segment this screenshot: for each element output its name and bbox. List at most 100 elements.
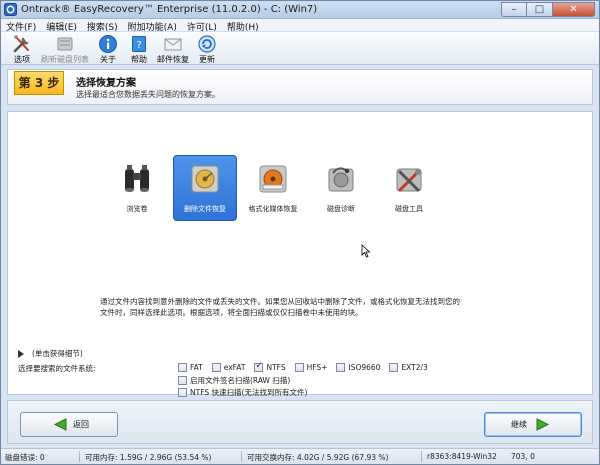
status-disk-errors: 磁盘错误: 0 xyxy=(5,453,45,462)
fs-fat-checkbox[interactable]: FAT xyxy=(178,363,203,372)
disk-tools-icon xyxy=(396,168,422,192)
status-separator xyxy=(79,451,80,462)
binoculars-icon xyxy=(125,165,149,192)
option-browse-volume[interactable]: 浏览卷 xyxy=(105,155,169,221)
checkbox-label: EXT2/3 xyxy=(401,363,428,372)
status-separator xyxy=(421,451,422,462)
menu-addons[interactable]: 附加功能(A) xyxy=(123,19,182,33)
checkbox-label: HFS+ xyxy=(306,363,328,372)
checkbox-box xyxy=(389,363,399,372)
checkbox-box xyxy=(211,363,221,372)
email-recovery-label: 邮件恢复 xyxy=(157,55,189,64)
expand-triangle-icon xyxy=(18,349,24,358)
window-controls: – □ ✕ xyxy=(501,2,595,17)
checkbox-box xyxy=(294,363,304,372)
fs-ntfs-checkbox[interactable]: NTFS xyxy=(254,361,286,372)
refresh-disk-list-label: 刷新磁盘列表 xyxy=(41,55,89,64)
mouse-cursor-icon xyxy=(361,244,371,258)
ntfs-quick-scan-row: NTFS 快速扫描(无法找到所有文件) xyxy=(178,387,316,398)
option-label: 删除文件恢复 xyxy=(184,205,226,213)
title-bar: Ontrack® EasyRecovery™ Enterprise (11.0.… xyxy=(1,1,599,19)
step-description: 选择最适合您数据丢失问题的恢复方案。 xyxy=(76,90,220,99)
option-label: 格式化媒体恢复 xyxy=(248,205,298,213)
options-label: 选项 xyxy=(14,55,30,64)
option-label: 磁盘工具 xyxy=(395,205,423,213)
menu-license[interactable]: 许可(L) xyxy=(182,19,222,33)
status-memory: 可用内存: 1.59G / 2.96G (53.54 %) xyxy=(85,453,212,462)
back-arrow-icon xyxy=(53,418,67,431)
menu-edit[interactable]: 编辑(E) xyxy=(41,19,82,33)
option-label: 浏览卷 xyxy=(126,205,148,213)
option-disk-tools[interactable]: 磁盘工具 xyxy=(377,155,441,221)
options-tools-icon xyxy=(13,35,29,53)
deleted-file-recovery-icon xyxy=(191,165,219,193)
next-label: 继续 xyxy=(511,420,527,429)
checkbox-label: 启用文件签名扫描(RAW 扫描) xyxy=(190,376,291,385)
about-info-icon xyxy=(99,35,117,53)
formatted-media-recovery-icon xyxy=(259,165,287,193)
fs-exfat-checkbox[interactable]: exFAT xyxy=(211,363,245,372)
step-header: 第 3 步 选择恢复方案 选择最适合您数据丢失问题的恢复方案。 xyxy=(7,69,593,105)
recovery-option-list: 浏览卷 删除文件恢复 格式化媒体恢复 磁盘诊断 磁盘工具 xyxy=(105,155,441,221)
option-deleted-file-recovery[interactable]: 删除文件恢复 xyxy=(173,155,237,221)
update-icon xyxy=(198,35,216,53)
checkbox-label: NTFS 快速扫描(无法找到所有文件) xyxy=(190,388,308,397)
status-build: r8363:8419-Win32 xyxy=(427,452,497,461)
back-button[interactable]: 返回 xyxy=(20,412,118,437)
checkbox-label: NTFS xyxy=(266,363,286,372)
recovery-options-panel: 浏览卷 删除文件恢复 格式化媒体恢复 磁盘诊断 磁盘工具 通过文件内容找到意外删… xyxy=(7,111,593,398)
help-label: 帮助 xyxy=(131,55,147,64)
menu-bar: 文件(F) 编辑(E) 搜索(S) 附加功能(A) 许可(L) 帮助(H) xyxy=(1,19,599,33)
window-title: Ontrack® EasyRecovery™ Enterprise (11.0.… xyxy=(21,4,318,15)
status-bar: 磁盘错误: 0 可用内存: 1.59G / 2.96G (53.54 %) 可用… xyxy=(1,448,599,464)
ntfs-quick-scan-checkbox[interactable]: NTFS 快速扫描(无法找到所有文件) xyxy=(178,387,307,398)
raw-scan-checkbox[interactable]: 启用文件签名扫描(RAW 扫描) xyxy=(178,375,290,386)
maximize-button[interactable]: □ xyxy=(527,2,553,17)
disk-diagnostics-icon xyxy=(328,167,354,192)
raw-scan-row: 启用文件签名扫描(RAW 扫描) xyxy=(178,375,299,386)
option-label: 磁盘诊断 xyxy=(327,205,355,213)
status-swap: 可用交换内存: 4.02G / 5.92G (67.93 %) xyxy=(247,453,389,462)
help-book-icon: ? xyxy=(132,36,146,52)
checkbox-box xyxy=(336,363,346,372)
close-button[interactable]: ✕ xyxy=(553,2,595,17)
option-formatted-media-recovery[interactable]: 格式化媒体恢复 xyxy=(241,155,305,221)
minimize-button[interactable]: – xyxy=(501,2,527,17)
details-toggle-label: (单击获得细节) xyxy=(32,349,83,358)
navigation-bar: 返回 继续 xyxy=(7,400,593,444)
help-button[interactable]: ? 帮助 xyxy=(124,32,154,65)
filesystem-checkbox-row: FAT exFAT NTFS HFS+ ISO9660 EXT2/3 xyxy=(178,361,437,372)
app-logo-icon xyxy=(4,3,17,16)
status-separator xyxy=(241,451,242,462)
checkbox-label: ISO9660 xyxy=(348,363,381,372)
checkbox-box xyxy=(178,388,187,397)
email-recovery-button[interactable]: 邮件恢复 xyxy=(155,32,191,65)
fs-hfsplus-checkbox[interactable]: HFS+ xyxy=(294,363,328,372)
details-toggle[interactable]: (单击获得细节) xyxy=(18,348,83,359)
refresh-disk-list-button[interactable]: 刷新磁盘列表 xyxy=(38,32,92,65)
refresh-disk-list-icon xyxy=(57,37,73,51)
toolbar: 选项 刷新磁盘列表 关于 ? 帮助 邮件恢复 更新 xyxy=(1,32,599,65)
filesystem-label: 选择要搜索的文件系统: xyxy=(18,364,96,373)
update-label: 更新 xyxy=(199,55,215,64)
menu-search[interactable]: 搜索(S) xyxy=(82,19,123,33)
status-code: 703, 0 xyxy=(511,452,535,461)
fs-ext23-checkbox[interactable]: EXT2/3 xyxy=(389,363,428,372)
update-button[interactable]: 更新 xyxy=(192,32,222,65)
menu-help[interactable]: 帮助(H) xyxy=(222,19,264,33)
step-title: 选择恢复方案 xyxy=(76,78,136,89)
back-label: 返回 xyxy=(73,420,89,429)
option-description: 通过文件内容找到意外删除的文件或丢失的文件。如果您从回收站中删除了文件，或格式化… xyxy=(100,297,460,317)
svg-text:?: ? xyxy=(136,40,141,51)
about-button[interactable]: 关于 xyxy=(93,32,123,65)
checkbox-box-checked xyxy=(254,361,264,372)
menu-file[interactable]: 文件(F) xyxy=(1,19,41,33)
fs-iso9660-checkbox[interactable]: ISO9660 xyxy=(336,363,380,372)
options-button[interactable]: 选项 xyxy=(7,32,37,65)
app-window: Ontrack® EasyRecovery™ Enterprise (11.0.… xyxy=(0,0,600,465)
about-label: 关于 xyxy=(100,55,116,64)
option-disk-diagnostics[interactable]: 磁盘诊断 xyxy=(309,155,373,221)
checkbox-label: FAT xyxy=(190,363,203,372)
next-button[interactable]: 继续 xyxy=(484,412,582,437)
checkbox-box xyxy=(178,376,187,385)
